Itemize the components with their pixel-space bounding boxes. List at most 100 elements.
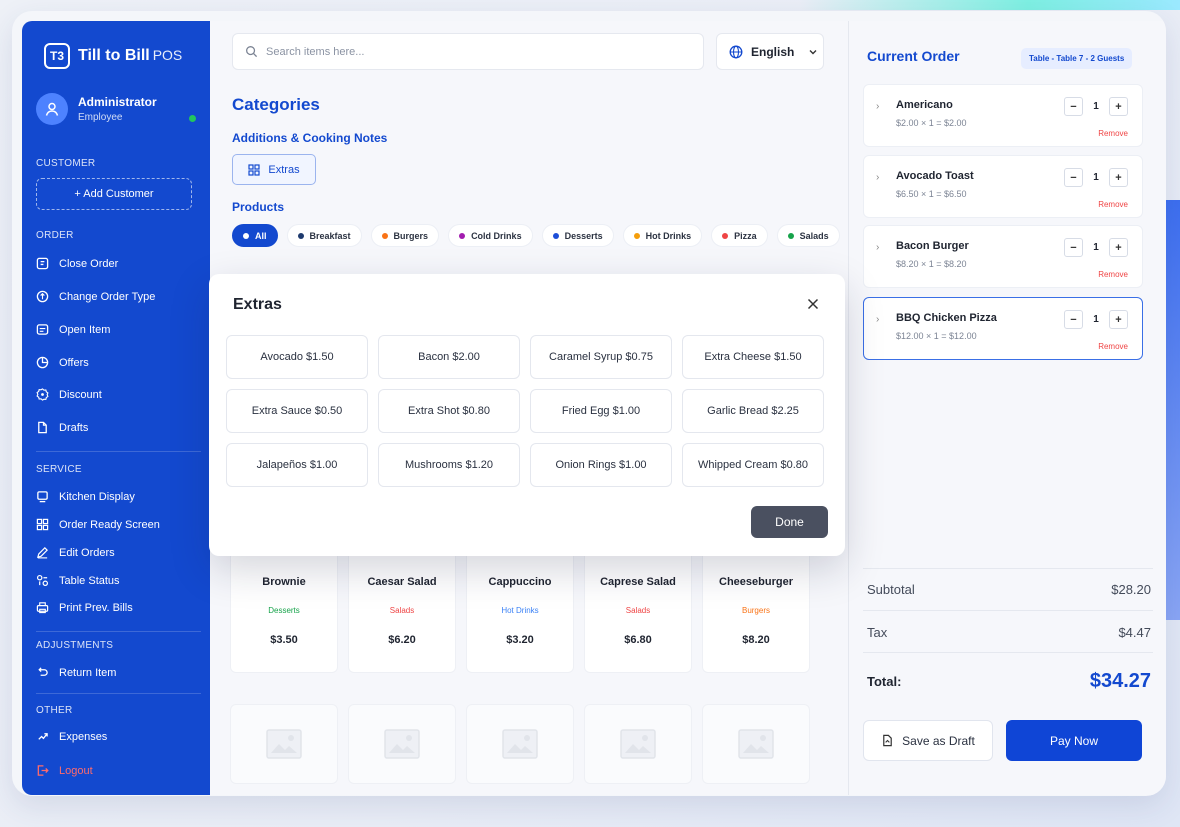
remove-button[interactable]: Remove (1098, 129, 1128, 138)
extra-option[interactable]: Extra Shot $0.80 (378, 389, 520, 433)
chevron-right-icon[interactable]: › (876, 172, 879, 183)
extra-option[interactable]: Extra Cheese $1.50 (682, 335, 824, 379)
remove-button[interactable]: Remove (1098, 342, 1128, 351)
current-order-panel: Current Order Table - Table 7 - 2 Guests… (848, 21, 1166, 795)
order-item[interactable]: › Americano $2.00 × 1 = $2.00 − 1 + Remo… (863, 84, 1143, 147)
increase-button[interactable]: + (1109, 310, 1128, 329)
chevron-right-icon[interactable]: › (876, 101, 879, 112)
globe-icon (729, 45, 743, 58)
quantity-stepper: − 1 + (1064, 168, 1128, 187)
quantity-stepper: − 1 + (1064, 310, 1128, 329)
total-row: Total: $34.27 (867, 670, 1151, 693)
quantity-value: 1 (1093, 101, 1099, 112)
done-button[interactable]: Done (751, 506, 828, 538)
product-card-placeholder[interactable] (466, 704, 574, 784)
sidebar-item-open-item[interactable]: Open Item (36, 323, 110, 336)
document-icon (38, 421, 47, 434)
extra-option[interactable]: Jalapeños $1.00 (226, 443, 368, 487)
sidebar-item-edit-orders[interactable]: Edit Orders (36, 546, 115, 559)
decrease-button[interactable]: − (1064, 168, 1083, 187)
monitor-icon (37, 491, 48, 503)
search-input[interactable] (266, 45, 666, 58)
order-item-name: Bacon Burger (896, 240, 969, 252)
product-category: Desserts (268, 606, 300, 615)
sidebar-item-change-order-type[interactable]: Change Order Type (36, 290, 155, 303)
sidebar-item-return-item[interactable]: Return Item (36, 666, 116, 679)
sidebar-divider (36, 693, 201, 694)
extra-option[interactable]: Onion Rings $1.00 (530, 443, 672, 487)
filter-pill-all[interactable]: All (232, 224, 278, 247)
sidebar-item-offers[interactable]: Offers (36, 356, 89, 369)
brand[interactable]: T3 Till to Bill POS (44, 43, 182, 69)
remove-button[interactable]: Remove (1098, 270, 1128, 279)
subtotal-row: Subtotal $28.20 (867, 582, 1151, 597)
summary-divider (863, 652, 1153, 653)
save-as-draft-button[interactable]: Save as Draft (863, 720, 993, 761)
sidebar: T3 Till to Bill POS Administrator Employe… (22, 21, 210, 795)
language-selected: English (751, 44, 795, 59)
increase-button[interactable]: + (1109, 168, 1128, 187)
sidebar-item-print-prev-bills[interactable]: Print Prev. Bills (36, 601, 133, 614)
quantity-value: 1 (1093, 314, 1099, 325)
extra-option[interactable]: Fried Egg $1.00 (530, 389, 672, 433)
logout-button[interactable]: Logout (36, 764, 93, 777)
language-select[interactable]: English (716, 33, 824, 70)
extra-option[interactable]: Bacon $2.00 (378, 335, 520, 379)
sidebar-item-table-status[interactable]: Table Status (36, 574, 120, 587)
decrease-button[interactable]: − (1064, 97, 1083, 116)
product-card-placeholder[interactable] (702, 704, 810, 784)
filter-pill-cold-drinks[interactable]: Cold Drinks (448, 224, 533, 247)
order-item[interactable]: › Bacon Burger $8.20 × 1 = $8.20 − 1 + R… (863, 225, 1143, 288)
sidebar-item-expenses[interactable]: Expenses (36, 730, 107, 743)
grid-icon (248, 163, 261, 176)
sidebar-item-drafts[interactable]: Drafts (36, 421, 88, 434)
table-icon (36, 574, 49, 587)
section-label-customer: CUSTOMER (36, 158, 96, 169)
sidebar-item-kitchen-display[interactable]: Kitchen Display (36, 490, 135, 503)
pay-now-button[interactable]: Pay Now (1006, 720, 1142, 761)
subtotal-label: Subtotal (867, 582, 915, 597)
product-card-placeholder[interactable] (584, 704, 692, 784)
filter-pill-desserts[interactable]: Desserts (541, 224, 614, 247)
table-badge: Table - Table 7 - 2 Guests (1021, 48, 1133, 69)
user-profile[interactable]: Administrator Employee (36, 93, 196, 125)
sidebar-item-order-ready-screen[interactable]: Order Ready Screen (36, 518, 160, 531)
filter-pill-burgers[interactable]: Burgers (370, 224, 440, 247)
product-name: Brownie (262, 576, 306, 588)
add-customer-button[interactable]: + Add Customer (36, 178, 192, 210)
image-placeholder-icon (502, 729, 538, 759)
close-icon[interactable] (805, 296, 821, 312)
quantity-value: 1 (1093, 242, 1099, 253)
product-card-placeholder[interactable] (348, 704, 456, 784)
filter-label: Cold Drinks (471, 230, 522, 241)
filter-pill-salads[interactable]: Salads (776, 224, 840, 247)
extra-option[interactable]: Garlic Bread $2.25 (682, 389, 824, 433)
filter-pill-pizza[interactable]: Pizza (711, 224, 768, 247)
product-name: Cappuccino (488, 576, 552, 588)
extra-option[interactable]: Caramel Syrup $0.75 (530, 335, 672, 379)
order-item-selected[interactable]: › BBQ Chicken Pizza $12.00 × 1 = $12.00 … (863, 297, 1143, 360)
brand-suffix: POS (152, 47, 183, 63)
chevron-right-icon[interactable]: › (876, 242, 879, 253)
decrease-button[interactable]: − (1064, 310, 1083, 329)
filter-pill-hot-drinks[interactable]: Hot Drinks (622, 224, 703, 247)
search-bar[interactable] (232, 33, 704, 70)
product-card-placeholder[interactable] (230, 704, 338, 784)
extra-option[interactable]: Extra Sauce $0.50 (226, 389, 368, 433)
order-item[interactable]: › Avocado Toast $6.50 × 1 = $6.50 − 1 + … (863, 155, 1143, 218)
sidebar-item-label: Drafts (59, 421, 89, 434)
filter-label: Breakfast (309, 230, 351, 241)
decrease-button[interactable]: − (1064, 238, 1083, 257)
chevron-right-icon[interactable]: › (876, 314, 879, 325)
increase-button[interactable]: + (1109, 97, 1128, 116)
extra-option[interactable]: Avocado $1.50 (226, 335, 368, 379)
extra-option[interactable]: Whipped Cream $0.80 (682, 443, 824, 487)
sidebar-item-discount[interactable]: Discount (36, 388, 102, 401)
extras-category-button[interactable]: Extras (232, 154, 316, 185)
extra-option[interactable]: Mushrooms $1.20 (378, 443, 520, 487)
remove-button[interactable]: Remove (1098, 200, 1128, 209)
filter-label: Hot Drinks (645, 230, 692, 241)
filter-pill-breakfast[interactable]: Breakfast (286, 224, 362, 247)
increase-button[interactable]: + (1109, 238, 1128, 257)
sidebar-item-close-order[interactable]: Close Order (36, 257, 118, 270)
